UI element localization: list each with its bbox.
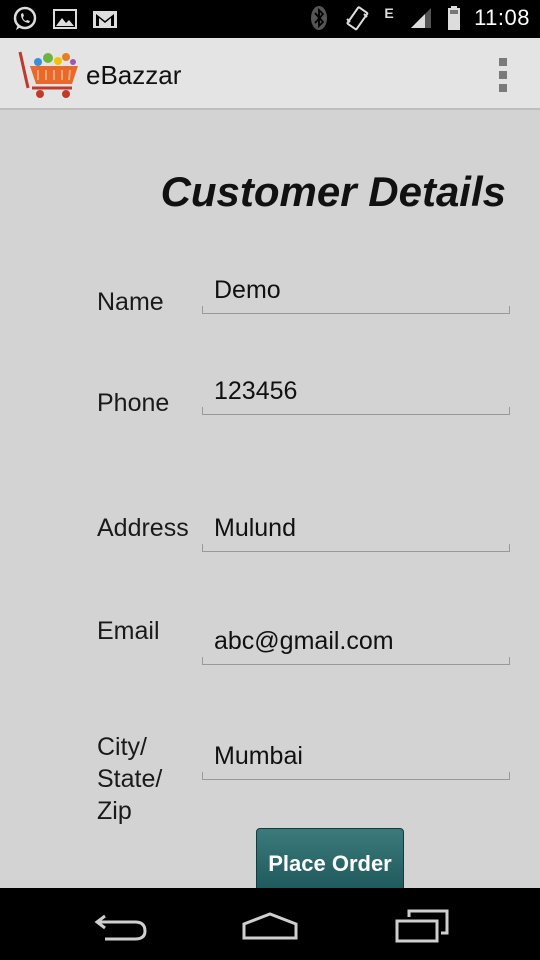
address-field-container [202,506,510,552]
name-field-underline [202,306,510,314]
system-icons: E 11:08 [306,5,530,31]
recent-apps-icon[interactable] [392,906,452,946]
phone-field-container [202,369,510,415]
email-label: Email [97,617,160,645]
image-icon [52,6,78,32]
city-label-line: City/ [97,733,147,761]
vibrate-icon [344,5,370,31]
status-bar: E 11:08 [0,0,540,38]
system-nav-bar [0,888,540,960]
whatsapp-icon [12,6,38,32]
action-bar: eBazzar [0,38,540,110]
menu-dot [499,71,507,79]
phone-field-underline [202,407,510,415]
menu-dot [499,84,507,92]
shopping-cart-logo-icon[interactable] [16,48,82,100]
page-title: Customer Details [160,168,506,215]
battery-icon [446,5,462,31]
notification-icons [12,6,118,32]
state-label-line: State/ [97,765,163,793]
signal-icon [408,5,434,31]
place-order-button[interactable]: Place Order [256,828,404,890]
network-type-label: E [384,5,394,21]
home-icon[interactable] [240,906,300,946]
clock: 11:08 [474,5,530,30]
email-field-underline [202,657,510,665]
email-field-container [202,619,510,665]
city-field-container [202,734,510,780]
back-icon[interactable] [90,906,150,946]
name-label: Name [97,288,164,316]
overflow-menu-icon[interactable] [496,58,510,92]
gmail-icon [92,6,118,32]
city-field-underline [202,772,510,780]
customer-details-form: Customer Details Name Phone Address Emai… [0,110,540,890]
menu-dot [499,58,507,66]
city-state-zip-label: City/ State/ Zip [97,731,162,827]
name-field-container [202,268,510,314]
bluetooth-icon [306,5,332,31]
phone-label: Phone [97,389,170,417]
address-field-underline [202,544,510,552]
address-label: Address [97,514,189,542]
zip-label-line: Zip [97,797,132,825]
app-title: eBazzar [86,60,182,90]
